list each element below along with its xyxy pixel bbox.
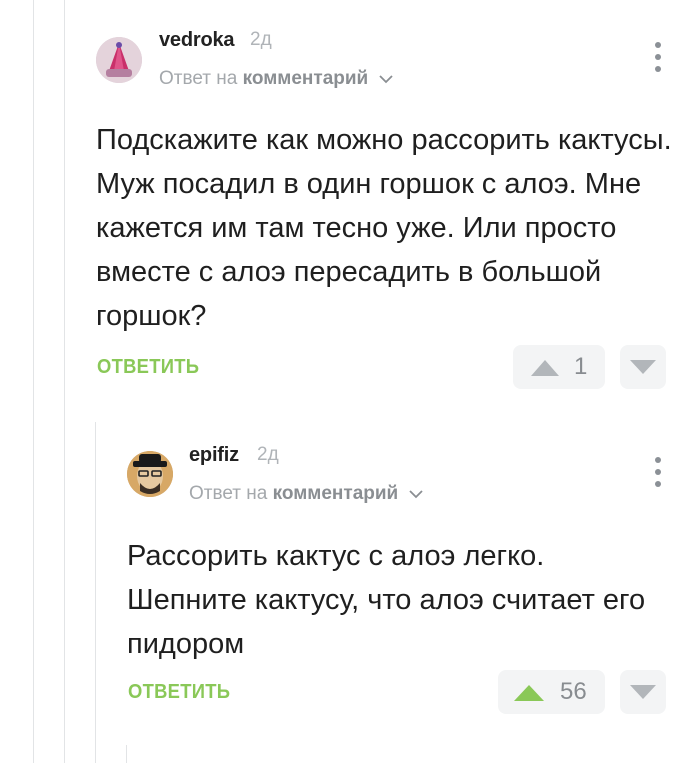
triangle-down-icon (630, 685, 656, 699)
comment-text: Рассорить кактус с алоэ легко. Шепните к… (127, 540, 646, 660)
avatar-image (127, 451, 173, 497)
reply-to-link[interactable]: Ответ на комментарий (189, 483, 423, 505)
avatar[interactable] (127, 451, 173, 497)
reply-to-prefix: Ответ на (189, 483, 268, 505)
rating-count: 56 (560, 678, 587, 705)
triangle-up-icon (514, 685, 544, 701)
comment-time: 2д (257, 444, 279, 465)
reply-button[interactable]: ОТВЕТИТЬ (128, 681, 230, 704)
comment-epifiz: epifiz 2д Ответ на комментарий Рассорить… (0, 0, 700, 763)
chevron-down-icon[interactable] (408, 483, 423, 505)
downvote-button[interactable] (620, 670, 666, 714)
upvote-button[interactable]: 56 (498, 670, 605, 714)
reply-to-target[interactable]: комментарий (273, 483, 399, 504)
comment-username[interactable]: epifiz (189, 444, 239, 467)
more-vertical-icon[interactable] (653, 455, 663, 489)
